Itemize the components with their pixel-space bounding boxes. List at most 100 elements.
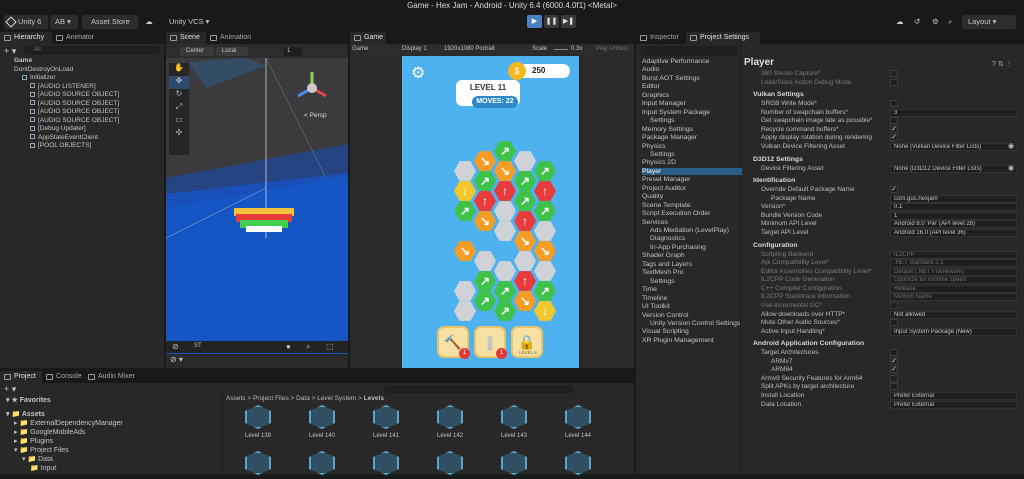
settings-category[interactable]: Project Auditor <box>642 185 686 192</box>
asset-item[interactable] <box>236 451 280 479</box>
asset-item[interactable]: Level 139 <box>236 405 280 439</box>
settings-section-header[interactable]: Configuration <box>753 242 798 249</box>
setting-checkbox[interactable] <box>890 319 898 327</box>
hierarchy-item[interactable]: DontDestroyOnLoad <box>14 66 73 75</box>
settings-category[interactable]: Physics 2D <box>642 159 676 166</box>
resolution-dropdown[interactable]: 1920x1080 Portrait <box>444 46 495 52</box>
setting-field[interactable]: .NET Standard 2.1 <box>890 259 1017 268</box>
setting-checkbox[interactable] <box>890 78 898 86</box>
setting-field[interactable]: None (Vulkan Device Filter Lists) <box>890 142 1017 151</box>
asset-item[interactable] <box>556 451 600 479</box>
project-search-input[interactable] <box>384 385 574 393</box>
setting-field[interactable]: IL2CPP <box>890 250 1017 259</box>
hex-tile[interactable]: ↘ <box>474 211 496 231</box>
setting-field[interactable]: Android 8.0 'Pie' (API level 28) <box>890 220 1017 229</box>
tab-animator[interactable]: Animator <box>52 32 104 44</box>
powerup-hammer[interactable]: 🔨 1 <box>437 326 470 359</box>
hex-tile[interactable]: ↗ <box>474 171 496 191</box>
tab-console[interactable]: Console <box>42 371 84 383</box>
asset-item[interactable]: Level 143 <box>492 405 536 439</box>
hex-tile[interactable]: ↗ <box>514 191 536 211</box>
tab-inspector[interactable]: Inspector <box>636 32 686 44</box>
game-mode-dropdown[interactable]: Game <box>352 46 368 52</box>
settings-category[interactable]: Timeline <box>642 295 667 302</box>
settings-category[interactable]: Settings <box>650 117 675 124</box>
tab-game[interactable]: Game <box>350 32 386 44</box>
settings-category[interactable]: Package Manager <box>642 134 697 141</box>
hex-tile[interactable] <box>534 221 556 241</box>
setting-checkbox[interactable] <box>890 117 898 125</box>
tree-project-files[interactable]: ▾ 📁 Project Files <box>14 446 69 454</box>
settings-category[interactable]: Tags and Layers <box>642 261 692 268</box>
setting-checkbox[interactable]: ✓ <box>890 186 898 194</box>
tree-data[interactable]: ▾ 📁 Data <box>22 455 53 463</box>
game-screen[interactable]: ⚙ $ 250 LEVEL 11 MOVES: 22 ↓ ↗ ↘ ↗ ↑ ↘ ↗ ↘ ↑ ↗ ↗ ↑ ↘… <box>402 56 579 368</box>
overlay-toggle-icon[interactable]: ⊘ <box>172 342 179 351</box>
powerup-magnet[interactable]: ❚ 1 <box>474 326 507 359</box>
hex-tile[interactable]: ↓ <box>534 301 556 321</box>
setting-checkbox[interactable] <box>890 301 898 309</box>
transform-tool-icon[interactable]: ✣ <box>169 128 189 141</box>
step-button[interactable]: ▶❚ <box>561 15 576 28</box>
hex-tile[interactable]: ↗ <box>514 171 536 191</box>
tab-animation[interactable]: Animation <box>206 32 266 44</box>
hex-tile[interactable]: ↘ <box>534 241 556 261</box>
play-button[interactable]: ▶ <box>527 15 542 28</box>
breadcrumb-item[interactable]: Data <box>296 395 310 402</box>
hex-tile[interactable]: ↗ <box>534 161 556 181</box>
layout-dropdown[interactable]: Layout ▾ <box>962 15 1016 29</box>
hex-tile[interactable]: ↑ <box>474 191 496 211</box>
hex-tile[interactable]: ↘ <box>494 161 516 181</box>
setting-field[interactable]: Release <box>890 284 1017 293</box>
asset-store-button[interactable]: Asset Store <box>82 15 138 29</box>
settings-category[interactable]: Settings <box>650 278 675 285</box>
hierarchy-item[interactable]: Game <box>14 57 32 66</box>
breadcrumb-item[interactable]: Levels <box>364 395 384 402</box>
hex-tile[interactable]: ↗ <box>474 271 496 291</box>
settings-category[interactable]: Input System Package <box>642 109 710 116</box>
settings-category[interactable]: Audio <box>642 66 659 73</box>
setting-field[interactable]: None (D3D12 Device Filter Lists) <box>890 164 1017 173</box>
hex-tile[interactable]: ↗ <box>454 201 476 221</box>
snap-input[interactable]: 1 <box>284 47 302 56</box>
rect-tool-icon[interactable]: ▭ <box>169 115 189 128</box>
hex-tile[interactable]: ↗ <box>534 201 556 221</box>
settings-category[interactable]: Physics <box>642 143 665 150</box>
settings-category[interactable]: Editor <box>642 83 660 90</box>
setting-field[interactable]: Not allowed <box>890 310 1017 319</box>
hex-tile[interactable]: ↗ <box>534 281 556 301</box>
setting-checkbox[interactable]: ✓ <box>890 134 898 142</box>
setting-checkbox[interactable] <box>890 383 898 391</box>
hex-tile[interactable]: ↘ <box>514 291 536 311</box>
setting-checkbox[interactable]: ✓ <box>890 125 898 133</box>
hex-tile[interactable] <box>454 281 476 301</box>
hex-tile[interactable]: ↑ <box>494 181 516 201</box>
setting-checkbox[interactable] <box>890 349 898 357</box>
vcs-button[interactable]: Unity VCS ▾ <box>160 15 212 29</box>
hex-tile[interactable]: ↑ <box>514 211 536 231</box>
hierarchy-item[interactable]: [AUDIO LISTENER] <box>30 83 96 92</box>
settings-category[interactable]: Quality <box>642 193 663 200</box>
hierarchy-item[interactable]: Initializer <box>22 74 56 83</box>
settings-category[interactable]: Burst AOT Settings <box>642 75 700 82</box>
hierarchy-item[interactable]: [Debug Updater] <box>30 125 86 134</box>
settings-category[interactable]: Scene Template <box>642 202 691 209</box>
settings-section-header[interactable]: Vulkan Settings <box>753 91 804 98</box>
hex-tile[interactable] <box>514 151 536 171</box>
hex-tile[interactable] <box>454 301 476 321</box>
setting-checkbox[interactable] <box>890 100 898 108</box>
pause-button[interactable]: ❚❚ <box>544 15 559 28</box>
setting-field[interactable]: 0.1 <box>890 203 1017 212</box>
tree-external-dependency-manager[interactable]: ▸ 📁 ExternalDependencyManager <box>14 419 123 427</box>
settings-category[interactable]: Player <box>642 167 742 175</box>
object-picker-icon[interactable]: ◉ <box>1008 142 1014 150</box>
setting-checkbox[interactable] <box>890 70 898 77</box>
rotate-tool-icon[interactable]: ↻ <box>169 89 189 102</box>
setting-field[interactable]: com.guc.hexjam <box>890 194 1017 203</box>
camera-icon[interactable]: ⌕ <box>306 342 310 352</box>
settings-help-icons[interactable]: ? ⇅ ⋮ <box>992 60 1013 68</box>
settings-category[interactable]: Input Manager <box>642 100 686 107</box>
hex-tile[interactable] <box>494 201 516 221</box>
settings-category[interactable]: Script Execution Order <box>642 210 710 217</box>
favorites-header[interactable]: ▾ ★ Favorites <box>6 396 51 404</box>
